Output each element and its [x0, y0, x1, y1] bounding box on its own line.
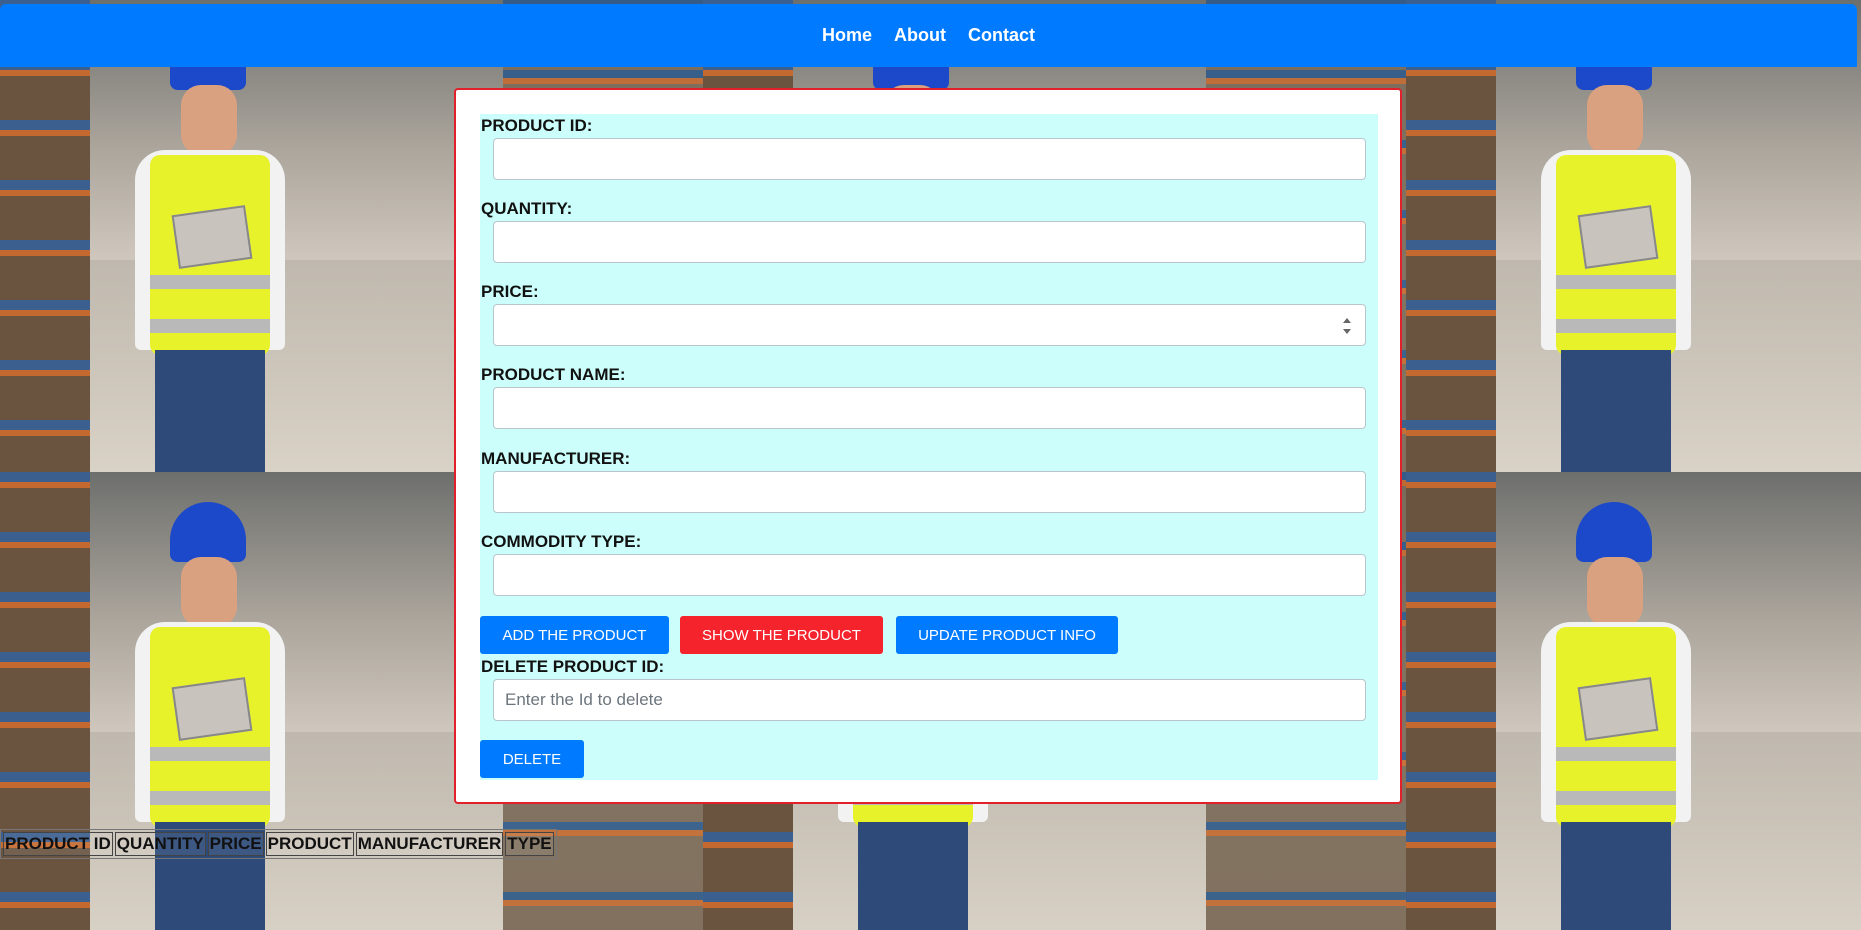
quantity-label: QUANTITY:	[481, 199, 573, 218]
add-product-button[interactable]: ADD THE PRODUCT	[480, 616, 669, 654]
product-id-label: PRODUCT ID:	[481, 116, 593, 135]
column-header-product: PRODUCT	[265, 832, 354, 856]
column-header-product-id: PRODUCT ID	[3, 832, 113, 856]
column-header-manufacturer: MANUFACTURER	[355, 832, 504, 856]
product-form-card: PRODUCT ID: QUANTITY: PRICE: PRODUCT NAM…	[454, 88, 1402, 804]
product-form: PRODUCT ID: QUANTITY: PRICE: PRODUCT NAM…	[480, 114, 1378, 780]
commodity-type-label: COMMODITY TYPE:	[481, 532, 642, 551]
table-header-row: PRODUCT ID QUANTITY PRICE PRODUCT MANUFA…	[3, 832, 554, 856]
delete-button[interactable]: DELETE	[480, 740, 584, 778]
delete-id-input[interactable]	[493, 679, 1366, 721]
manufacturer-label: MANUFACTURER:	[481, 449, 631, 468]
price-number-input[interactable]	[493, 304, 1366, 346]
update-product-button[interactable]: UPDATE PRODUCT INFO	[896, 616, 1118, 654]
delete-product-id-label: DELETE PRODUCT ID:	[481, 657, 665, 676]
products-table: PRODUCT ID QUANTITY PRICE PRODUCT MANUFA…	[0, 829, 557, 859]
product-name-input[interactable]	[493, 387, 1366, 429]
column-header-quantity: QUANTITY	[114, 832, 206, 856]
quantity-input[interactable]	[493, 221, 1366, 263]
stepper-arrows-icon[interactable]	[1343, 318, 1351, 334]
top-navbar: Home About Contact	[0, 4, 1857, 67]
product-name-label: PRODUCT NAME:	[481, 365, 626, 384]
price-label: PRICE:	[481, 282, 539, 301]
show-product-button[interactable]: SHOW THE PRODUCT	[680, 616, 883, 654]
commodity-type-input[interactable]	[493, 554, 1366, 596]
background-tile	[1406, 0, 1861, 472]
nav-link-home[interactable]: Home	[822, 25, 872, 46]
nav-link-contact[interactable]: Contact	[968, 25, 1035, 46]
nav-link-about[interactable]: About	[894, 25, 946, 46]
background-tile	[1406, 472, 1861, 930]
column-header-price: PRICE	[207, 832, 264, 856]
manufacturer-input[interactable]	[493, 471, 1366, 513]
column-header-type: TYPE	[505, 832, 554, 856]
product-id-input[interactable]	[493, 138, 1366, 180]
